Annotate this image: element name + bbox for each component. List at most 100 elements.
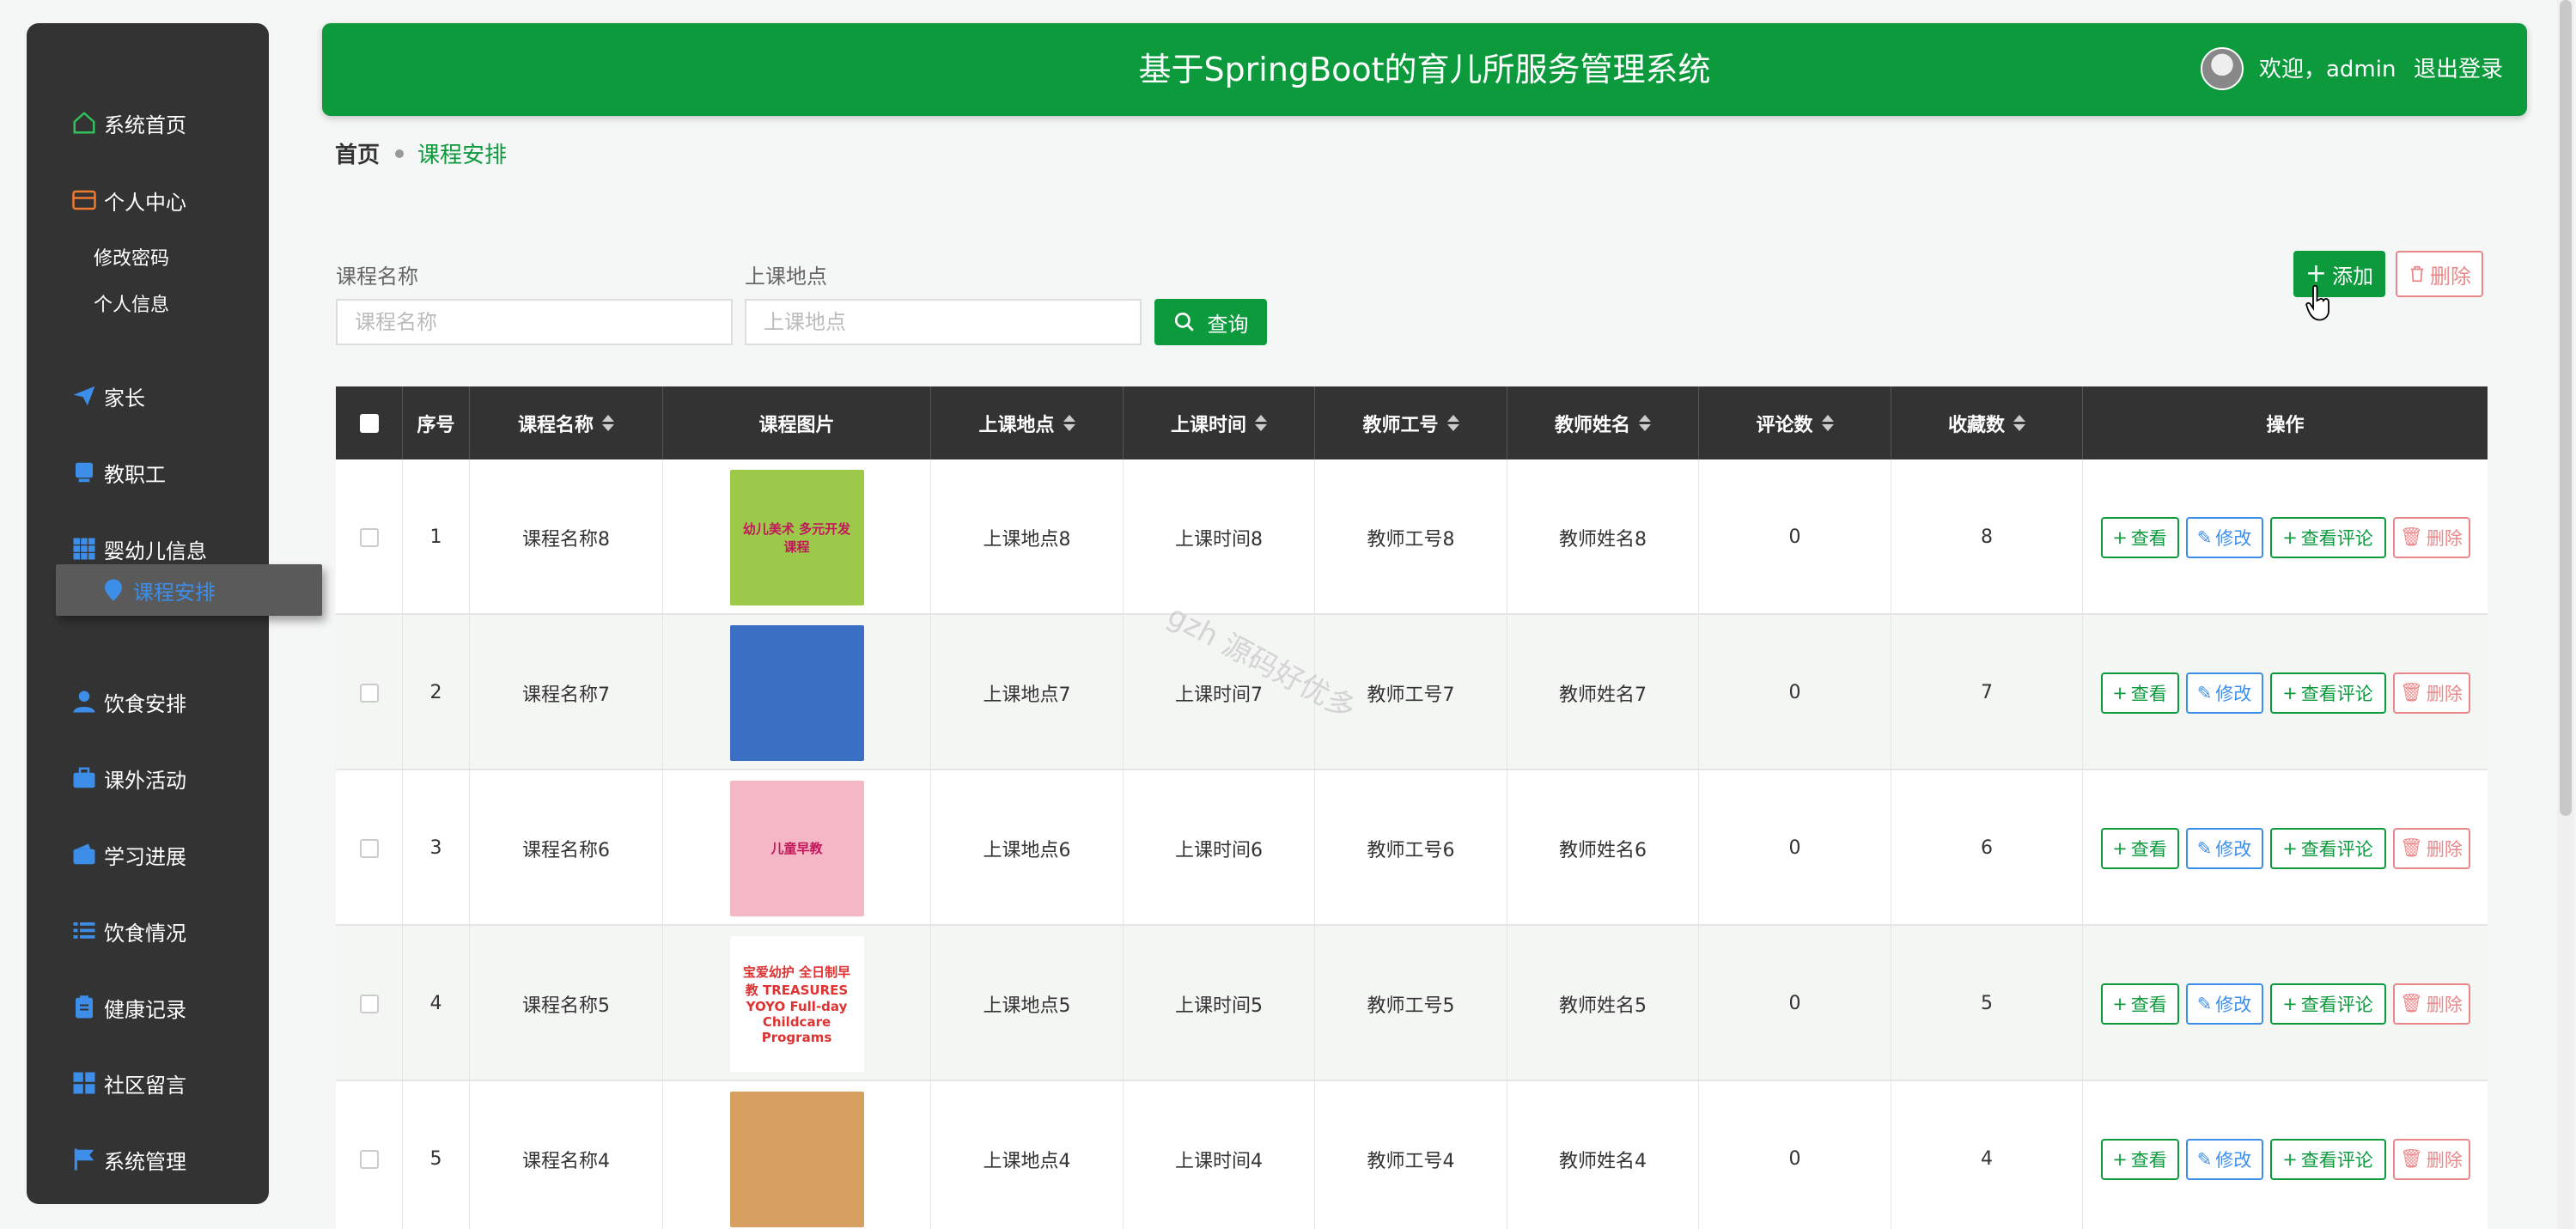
select-all-checkbox[interactable] bbox=[359, 413, 379, 433]
edit-button-label: 修改 bbox=[2215, 994, 2252, 1015]
comments-cell: 0 bbox=[1699, 770, 1891, 926]
edit-button[interactable]: ✎ 修改 bbox=[2185, 1138, 2263, 1180]
avatar[interactable] bbox=[2201, 47, 2244, 90]
col-comments[interactable]: 评论数 bbox=[1699, 386, 1891, 459]
plus-icon: + bbox=[2282, 682, 2298, 703]
select-cell bbox=[336, 1081, 403, 1229]
delete-button[interactable]: 🗑 删除 bbox=[2392, 827, 2470, 869]
row-checkbox[interactable] bbox=[359, 838, 379, 858]
sidebar-item-activities[interactable]: 课外活动 bbox=[27, 752, 269, 804]
edit-button[interactable]: ✎ 修改 bbox=[2185, 516, 2263, 558]
sidebar-item-parents[interactable]: 家长 bbox=[27, 370, 269, 422]
view-comments-button-label: 查看评论 bbox=[2300, 527, 2373, 549]
delete-button[interactable]: 🗑 删除 bbox=[2392, 983, 2470, 1025]
course-image-cell: 宝爱幼护 全日制早教 TREASURES YOYO Full-day Child… bbox=[663, 926, 931, 1081]
place-input[interactable] bbox=[745, 299, 1142, 345]
apps-icon bbox=[70, 1068, 99, 1098]
course-image[interactable]: 宝爱幼护 全日制早教 TREASURES YOYO Full-day Child… bbox=[729, 935, 864, 1072]
course-image[interactable] bbox=[729, 624, 864, 761]
teacher-no-cell-text: 教师工号6 bbox=[1367, 839, 1455, 861]
query-button[interactable]: 查询 bbox=[1154, 299, 1267, 345]
place-label: 上课地点 bbox=[745, 265, 827, 289]
view-button[interactable]: + 查看 bbox=[2100, 516, 2179, 558]
view-comments-button[interactable]: + 查看评论 bbox=[2269, 983, 2386, 1025]
view-comments-button[interactable]: + 查看评论 bbox=[2269, 516, 2386, 558]
sidebar-subitem-change-password[interactable]: 修改密码 bbox=[94, 243, 169, 271]
sort-icon bbox=[2013, 415, 2025, 431]
sort-icon bbox=[602, 415, 614, 431]
col-index: 序号 bbox=[403, 386, 470, 459]
sidebar-item-diet-schedule[interactable]: 饮食安排 bbox=[27, 676, 269, 727]
sidebar-item-home[interactable]: 系统首页 bbox=[27, 97, 269, 149]
sidebar-item-health-records[interactable]: 健康记录 bbox=[27, 982, 269, 1033]
trash-icon bbox=[2410, 265, 2424, 283]
delete-button[interactable]: 🗑 删除 bbox=[2392, 516, 2470, 558]
col-teacher-no[interactable]: 教师工号 bbox=[1315, 386, 1507, 459]
edit-button[interactable]: ✎ 修改 bbox=[2185, 672, 2263, 714]
course-image[interactable]: 幼儿美术 多元开发课程 bbox=[729, 469, 864, 605]
operations-cell: + 查看 ✎ 修改 + 查看评论 🗑 删除 bbox=[2083, 1081, 2488, 1229]
sidebar-item-course-schedule[interactable]: 课程安排 bbox=[56, 564, 322, 616]
logout-link[interactable]: 退出登录 bbox=[2414, 23, 2503, 116]
scrollbar-thumb[interactable] bbox=[2560, 0, 2572, 816]
index-cell: 4 bbox=[403, 926, 470, 1081]
delete-button[interactable]: 🗑 删除 bbox=[2392, 1138, 2470, 1180]
teacher-name-cell: 教师姓名5 bbox=[1507, 926, 1699, 1081]
view-button-label: 查看 bbox=[2130, 838, 2167, 860]
row-checkbox[interactable] bbox=[359, 683, 379, 703]
course-name-input[interactable] bbox=[336, 299, 733, 345]
view-button[interactable]: + 查看 bbox=[2100, 983, 2179, 1025]
col-time[interactable]: 上课时间 bbox=[1124, 386, 1315, 459]
course-image[interactable] bbox=[729, 1091, 864, 1227]
search-icon bbox=[1174, 312, 1194, 332]
row-checkbox[interactable] bbox=[359, 1149, 379, 1169]
sidebar-subitem-personal-info[interactable]: 个人信息 bbox=[94, 289, 169, 317]
table-row: 3 课程名称6 儿童早教 上课地点6 上课时间6 教师工号6 教师姓名6 0 6 + 查看 ✎ 修改 + 查… bbox=[336, 770, 2488, 926]
select-cell bbox=[336, 615, 403, 770]
edit-button-label: 修改 bbox=[2215, 1149, 2252, 1171]
view-comments-button[interactable]: + 查看评论 bbox=[2269, 672, 2386, 714]
sidebar-item-personal-center[interactable]: 个人中心 bbox=[27, 174, 269, 226]
teacher-name-cell-text: 教师姓名8 bbox=[1559, 528, 1647, 551]
page-scrollbar[interactable] bbox=[2557, 0, 2574, 1229]
view-button[interactable]: + 查看 bbox=[2100, 1138, 2179, 1180]
teacher-no-cell: 教师工号6 bbox=[1315, 770, 1507, 926]
row-checkbox[interactable] bbox=[359, 527, 379, 547]
view-button[interactable]: + 查看 bbox=[2100, 672, 2179, 714]
operations-cell: + 查看 ✎ 修改 + 查看评论 🗑 删除 bbox=[2083, 770, 2488, 926]
wallet-icon bbox=[70, 840, 99, 869]
row-checkbox[interactable] bbox=[359, 994, 379, 1013]
sidebar-item-learning-progress[interactable]: 学习进展 bbox=[27, 829, 269, 880]
view-comments-button-label: 查看评论 bbox=[2300, 683, 2373, 704]
sidebar-item-system[interactable]: 系统管理 bbox=[27, 1134, 269, 1185]
sidebar-item-diet-status[interactable]: 饮食情况 bbox=[27, 905, 269, 957]
batch-delete-button[interactable]: 删除 bbox=[2396, 251, 2483, 297]
col-teacher-name[interactable]: 教师姓名 bbox=[1507, 386, 1699, 459]
delete-button[interactable]: 🗑 删除 bbox=[2392, 672, 2470, 714]
sidebar-item-community[interactable]: 社区留言 bbox=[27, 1057, 269, 1109]
page-title: 基于SpringBoot的育儿所服务管理系统 bbox=[1138, 51, 1711, 88]
trash-icon: 🗑 bbox=[2400, 837, 2423, 858]
course-image-cell: 儿童早教 bbox=[663, 770, 931, 926]
table-row: 2 课程名称7 上课地点7 上课时间7 教师工号7 教师姓名7 0 7 + 查看 ✎ 修改 + 查看评论 🗑… bbox=[336, 615, 2488, 770]
col-place[interactable]: 上课地点 bbox=[931, 386, 1124, 459]
favorites-cell-text: 7 bbox=[1981, 682, 1993, 703]
flag-icon bbox=[70, 1145, 99, 1174]
col-course-name[interactable]: 课程名称 bbox=[470, 386, 663, 459]
breadcrumb-home[interactable]: 首页 bbox=[335, 137, 380, 169]
edit-icon: ✎ bbox=[2196, 682, 2213, 703]
teacher-name-cell: 教师姓名8 bbox=[1507, 459, 1699, 615]
time-cell-text: 上课时间8 bbox=[1175, 528, 1263, 551]
time-cell-text: 上课时间7 bbox=[1175, 684, 1263, 706]
operations-cell: + 查看 ✎ 修改 + 查看评论 🗑 删除 bbox=[2083, 926, 2488, 1081]
col-favorites[interactable]: 收藏数 bbox=[1891, 386, 2083, 459]
edit-button[interactable]: ✎ 修改 bbox=[2185, 983, 2263, 1025]
edit-button[interactable]: ✎ 修改 bbox=[2185, 827, 2263, 869]
sidebar-item-staff[interactable]: 教职工 bbox=[27, 447, 269, 498]
course-image-cell bbox=[663, 615, 931, 770]
view-comments-button[interactable]: + 查看评论 bbox=[2269, 1138, 2386, 1180]
monitor-icon bbox=[70, 458, 99, 487]
view-comments-button[interactable]: + 查看评论 bbox=[2269, 827, 2386, 869]
course-image[interactable]: 儿童早教 bbox=[729, 780, 864, 916]
view-button[interactable]: + 查看 bbox=[2100, 827, 2179, 869]
